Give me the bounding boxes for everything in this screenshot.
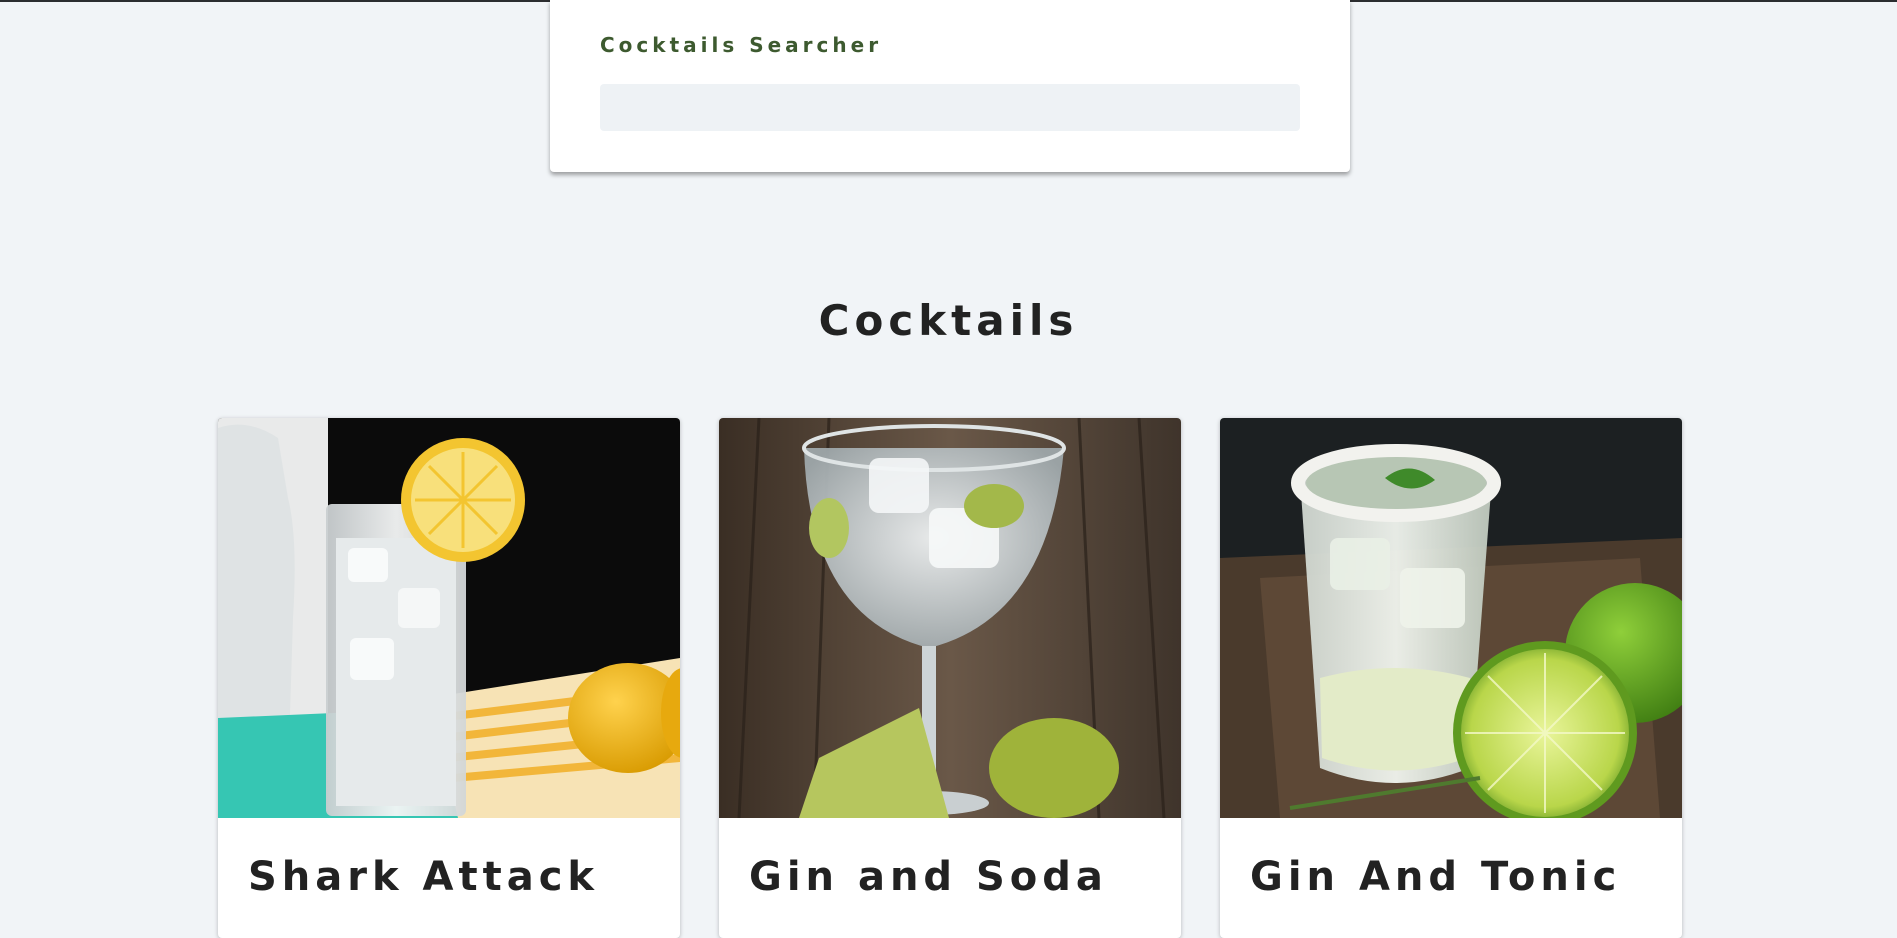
cocktail-name: Gin And Tonic: [1250, 854, 1622, 900]
gin-glass-photo[interactable]: [719, 418, 1181, 818]
search-input[interactable]: [600, 84, 1300, 131]
search-panel: Cocktails Searcher: [550, 0, 1350, 172]
cocktail-card-gin-and-tonic[interactable]: Gin And Tonic: [1220, 418, 1682, 938]
cocktail-name: Gin and Soda: [749, 854, 1108, 900]
search-label: Cocktails Searcher: [600, 33, 883, 57]
lemonade-glass-photo[interactable]: [218, 418, 680, 818]
cocktail-card-shark-attack[interactable]: Shark Attack: [218, 418, 680, 938]
cocktail-name: Shark Attack: [248, 854, 600, 900]
section-title: Cocktails: [818, 296, 1079, 345]
lime-cocktail-photo[interactable]: [1220, 418, 1682, 818]
cocktail-card-gin-and-soda[interactable]: Gin and Soda: [719, 418, 1181, 938]
